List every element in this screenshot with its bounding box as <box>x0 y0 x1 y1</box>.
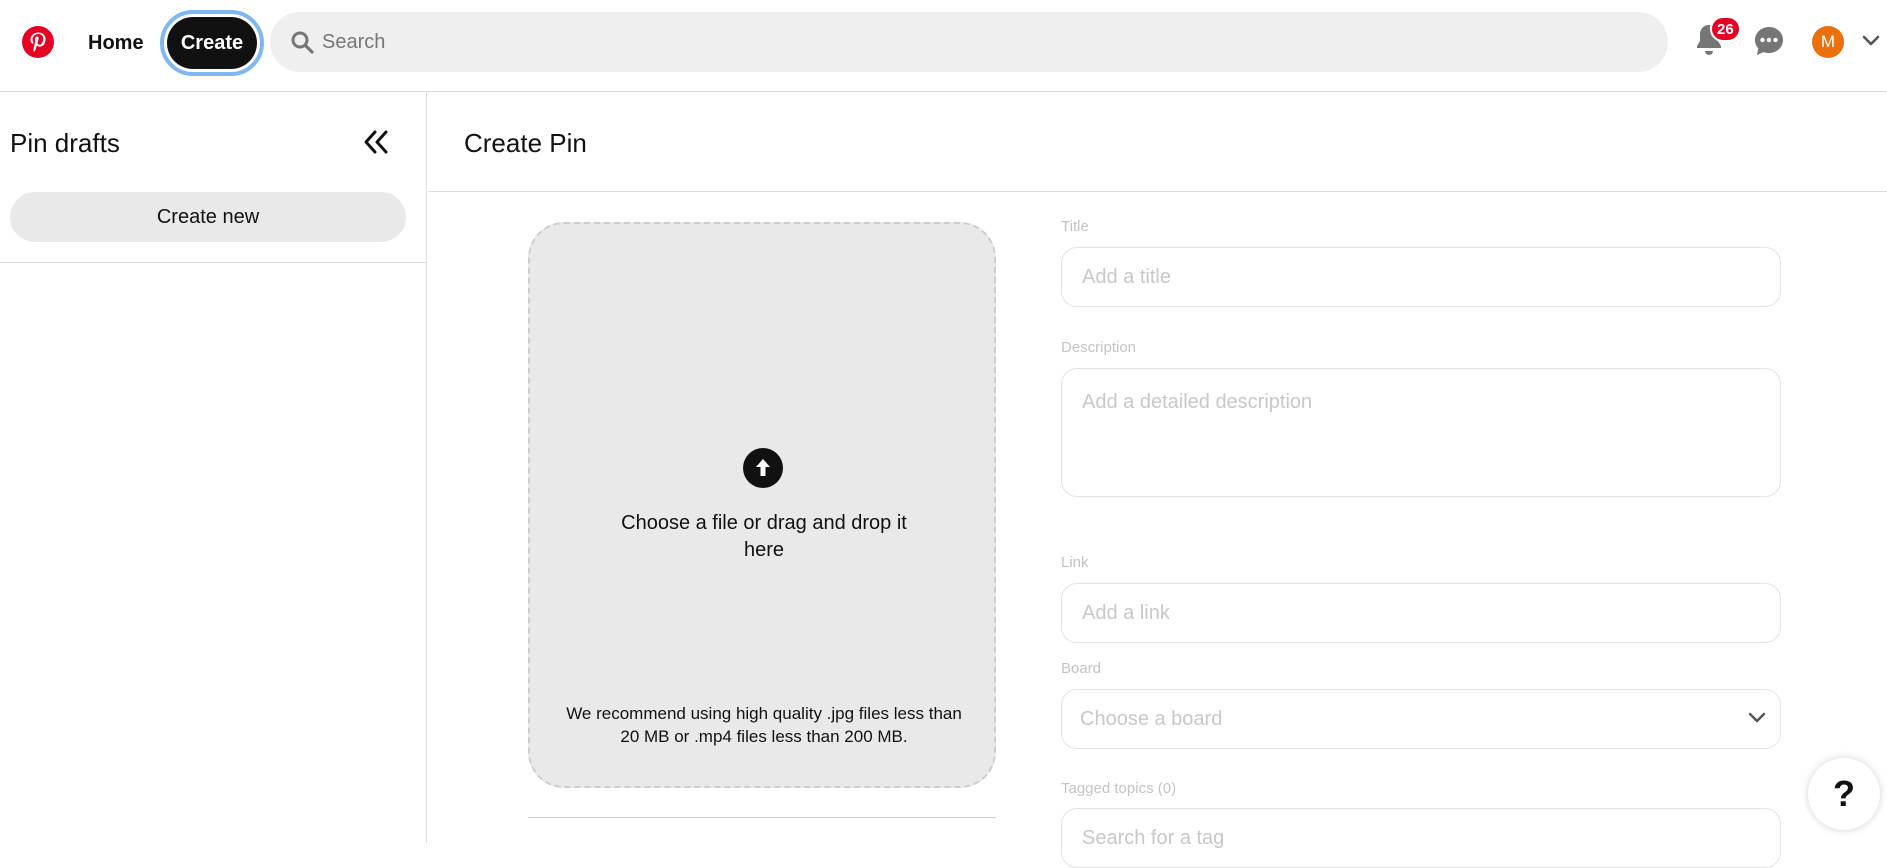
messages-icon[interactable] <box>1752 24 1786 58</box>
sidebar-divider <box>0 262 427 263</box>
help-button[interactable]: ? <box>1808 758 1880 830</box>
upload-prompt: Choose a file or drag and drop it here <box>621 512 907 561</box>
search-bar <box>270 12 1668 72</box>
pin-drafts-sidebar: Pin drafts Create new <box>0 92 427 843</box>
nav-create-label: Create <box>167 17 257 69</box>
page-title: Create Pin <box>464 128 587 158</box>
title-label: Title <box>1061 218 1089 235</box>
description-label: Description <box>1061 339 1137 356</box>
upload-dropzone[interactable]: Choose a file or drag and drop it here W… <box>528 222 996 788</box>
tagged-topics-label: Tagged topics (0) <box>1061 780 1177 797</box>
upload-arrow-icon <box>743 448 783 488</box>
link-label: Link <box>1061 554 1089 571</box>
description-input[interactable] <box>1062 369 1780 496</box>
help-icon: ? <box>1833 773 1855 814</box>
search-icon <box>291 31 314 54</box>
title-input[interactable] <box>1062 248 1780 306</box>
avatar[interactable]: M <box>1812 26 1844 58</box>
upload-recommendation: We recommend using high quality .jpg fil… <box>566 704 962 746</box>
board-label: Board <box>1061 660 1102 677</box>
nav-create-button[interactable]: Create <box>160 10 264 76</box>
chevron-down-icon[interactable] <box>1862 34 1880 48</box>
link-field-wrapper <box>1061 583 1781 643</box>
notification-badge: 26 <box>1710 16 1741 42</box>
board-select-value: Choose a board <box>1080 707 1223 730</box>
sidebar-title: Pin drafts <box>10 128 120 158</box>
create-new-button[interactable]: Create new <box>10 192 406 242</box>
nav-home-link[interactable]: Home <box>72 14 160 72</box>
pinterest-logo-icon[interactable] <box>22 26 54 58</box>
tags-field-wrapper <box>1061 808 1781 868</box>
search-input[interactable] <box>320 12 1640 72</box>
top-navigation-bar: Home Create 26 M <box>0 0 1887 92</box>
title-field-wrapper <box>1061 247 1781 307</box>
description-field-wrapper <box>1061 368 1781 497</box>
board-select[interactable]: Choose a board <box>1061 689 1781 749</box>
tag-search-input[interactable] <box>1062 809 1780 867</box>
link-input[interactable] <box>1062 584 1780 642</box>
collapse-left-icon[interactable] <box>362 128 390 156</box>
header-divider <box>428 191 1887 192</box>
chevron-down-icon <box>1748 712 1766 723</box>
dropzone-divider <box>528 817 996 818</box>
